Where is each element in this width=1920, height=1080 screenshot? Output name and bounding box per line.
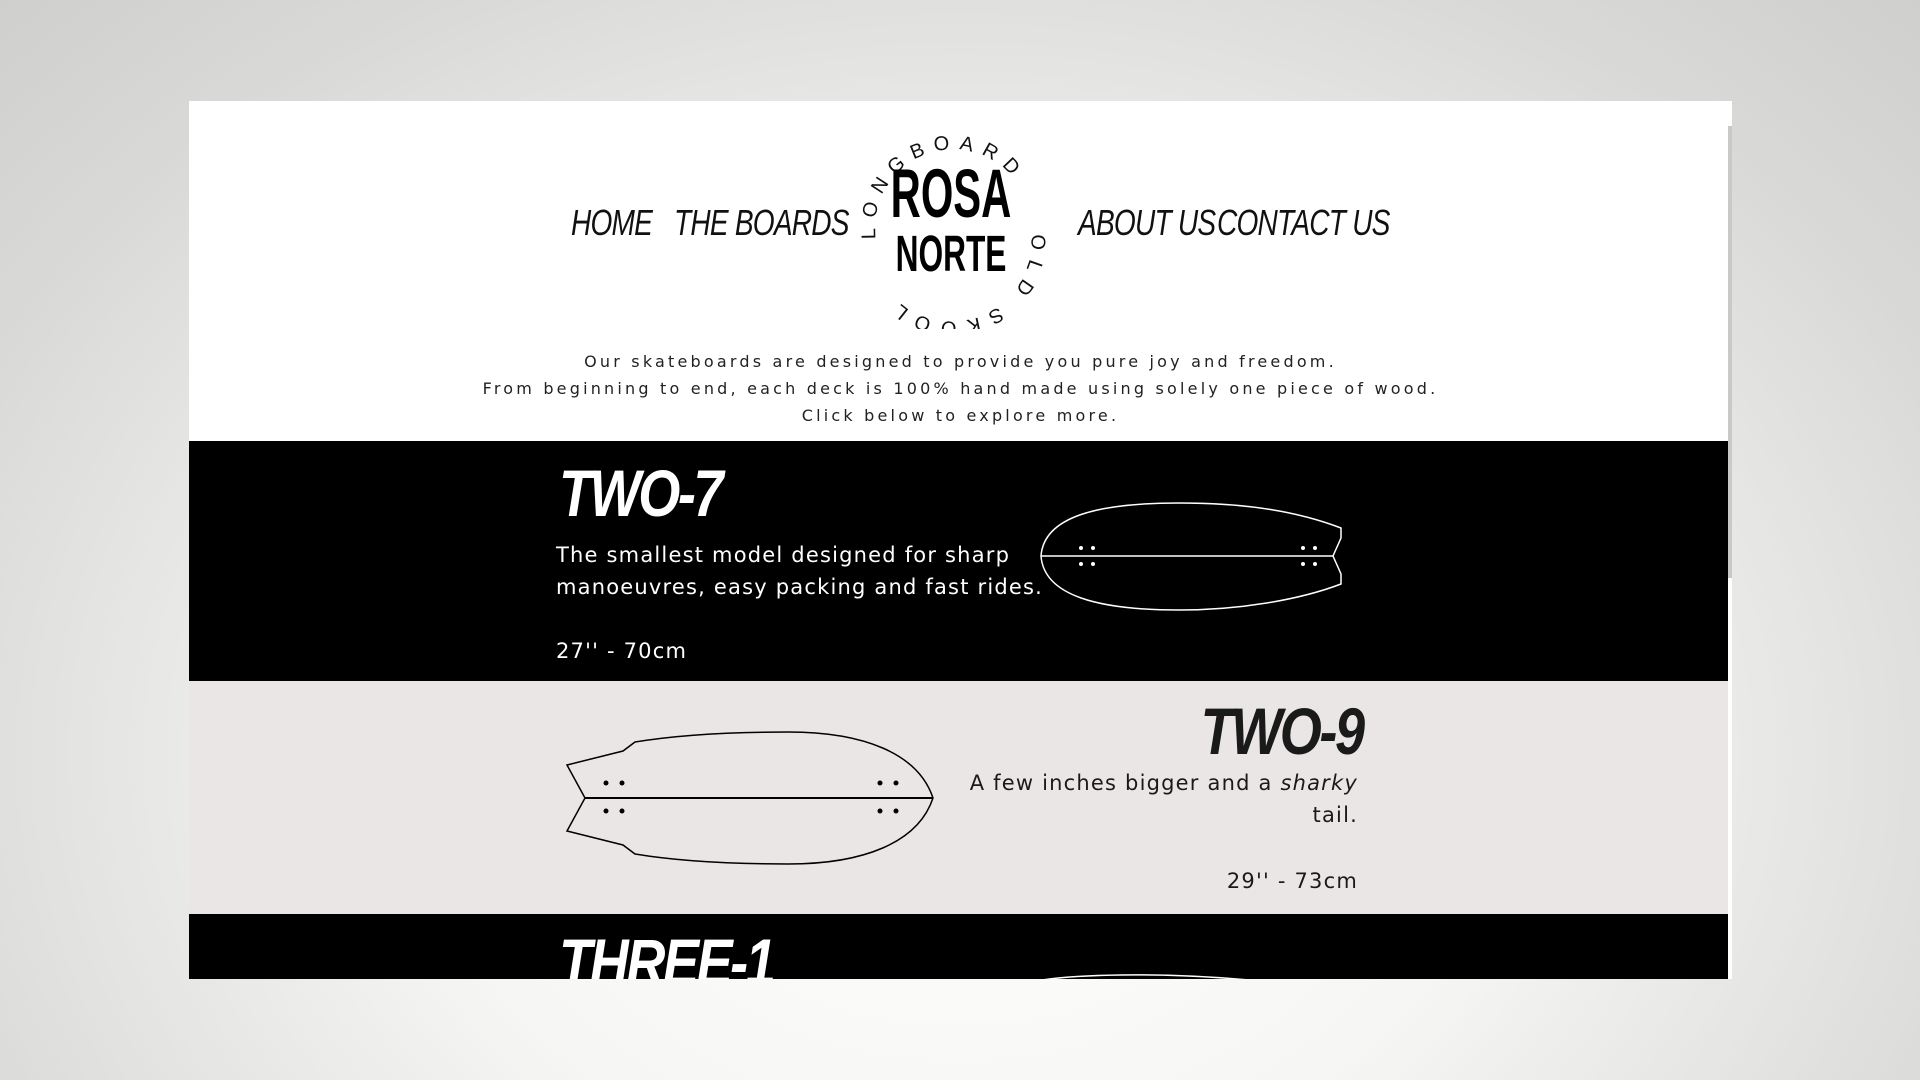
logo-word-rosa: ROSA	[891, 157, 1012, 233]
model-three1-title[interactable]: THREE-1	[559, 924, 776, 979]
model-two9-size: 29'' - 73cm	[1226, 869, 1358, 893]
model-two7-size: 27'' - 70cm	[556, 639, 688, 663]
three1-board-outline[interactable]	[1029, 972, 1269, 979]
nav-home-link[interactable]: HOME	[571, 202, 653, 244]
model-two9-description: A few inches bigger and a sharky tail.	[970, 767, 1358, 831]
model-two7-desc-line1: The smallest model designed for sharp	[556, 543, 1011, 567]
intro-line-2: From beginning to end, each deck is 100%…	[482, 379, 1439, 398]
intro-line-1: Our skateboards are designed to provide …	[584, 352, 1337, 371]
model-two9-desc-text: A few inches bigger and a	[969, 771, 1281, 795]
intro-text: Our skateboards are designed to provide …	[189, 348, 1732, 429]
rosa-norte-logo[interactable]: LONGBOARDS OLD SKOOL ROSA NORTE	[846, 119, 1056, 329]
two7-board-outline[interactable]	[1039, 496, 1359, 616]
model-two9-desc-tail: tail.	[1312, 803, 1358, 827]
page-scrollbar[interactable]	[1728, 126, 1732, 578]
website-viewport: HOME THE BOARDS ABOUT US CONTACT US LONG…	[189, 101, 1732, 979]
nav-contact-link[interactable]: CONTACT US	[1217, 202, 1390, 244]
model-two7-title[interactable]: TWO-7	[559, 455, 724, 531]
intro-line-3: Click below to explore more.	[801, 406, 1120, 425]
model-two7-desc-line2: manoeuvres, easy packing and fast rides.	[556, 575, 1044, 599]
model-two9-title[interactable]: TWO-9	[1201, 693, 1366, 769]
logo-word-norte: NORTE	[896, 225, 1007, 281]
model-three1-section[interactable]: THREE-1	[189, 914, 1728, 979]
two9-board-outline[interactable]	[563, 728, 943, 868]
model-two7-description: The smallest model designed for sharp ma…	[556, 539, 1043, 603]
model-two7-section[interactable]: TWO-7 The smallest model designed for sh…	[189, 441, 1728, 681]
nav-about-link[interactable]: ABOUT US	[1078, 202, 1216, 244]
nav-boards-link[interactable]: THE BOARDS	[674, 202, 850, 244]
model-two9-desc-emphasis: sharky	[1280, 771, 1358, 795]
model-two9-section[interactable]: TWO-9 A few inches bigger and a sharky t…	[189, 681, 1728, 914]
